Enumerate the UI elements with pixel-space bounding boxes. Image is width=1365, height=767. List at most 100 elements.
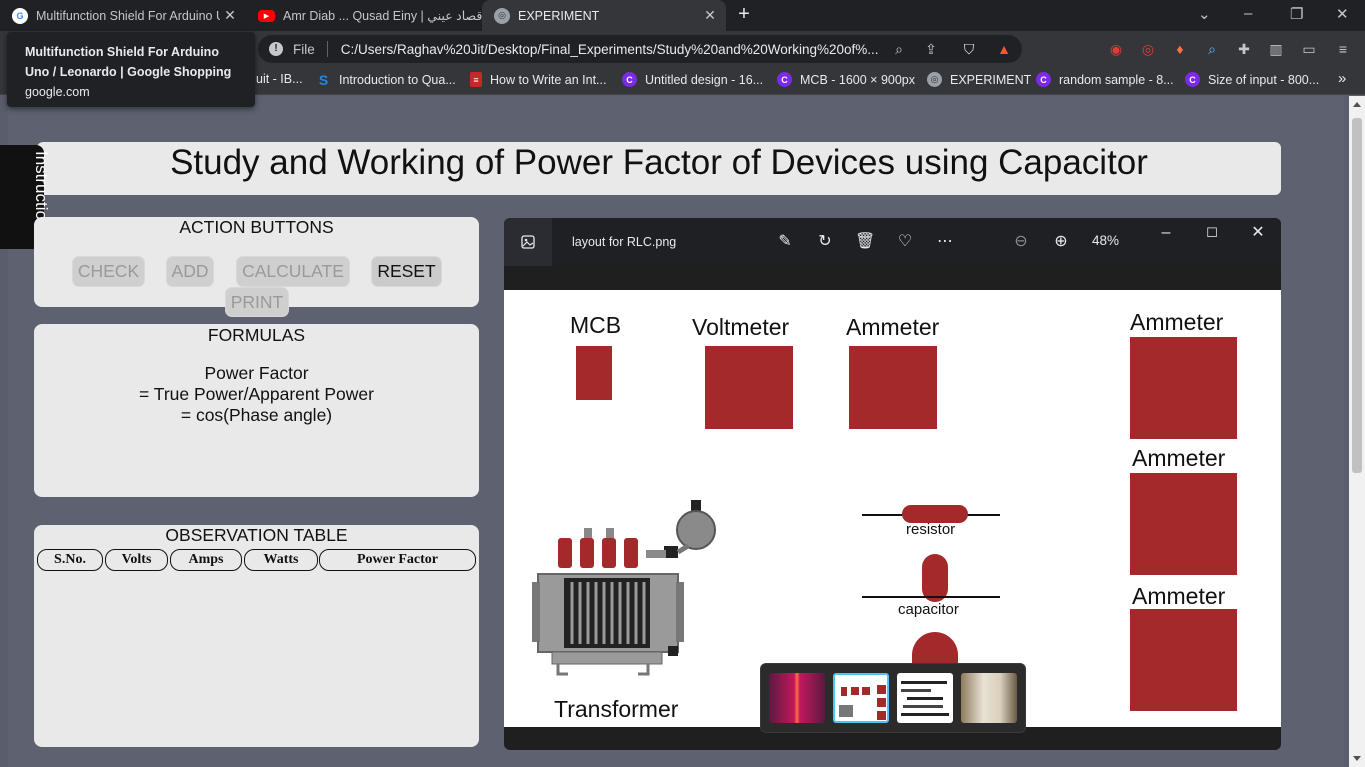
tab-hover-tooltip: Multifunction Shield For Arduino Uno / L…	[7, 32, 255, 107]
bookmark-label: Untitled design - 16...	[645, 72, 764, 87]
share-icon[interactable]: ⇪	[922, 40, 940, 58]
close-tab-icon[interactable]: ✕	[700, 7, 720, 24]
table-header-row: S.No. Volts Amps Watts Power Factor	[37, 549, 477, 571]
canva-icon: C	[777, 72, 792, 87]
tab-experiment[interactable]: ◎ EXPERIMENT ✕	[482, 0, 726, 31]
gallery-icon[interactable]	[504, 218, 552, 266]
globe-icon: ◎	[927, 72, 942, 87]
rotate-icon[interactable]: ↻	[815, 232, 835, 252]
capacitor-body	[922, 554, 948, 602]
tooltip-domain: google.com	[25, 85, 90, 99]
zoom-level[interactable]: 48%	[1092, 233, 1119, 248]
column-header-watts: Watts	[244, 549, 318, 571]
formulas-panel: FORMULAS Power Factor = True Power/Appar…	[34, 324, 479, 497]
favorite-heart-icon[interactable]: ♡	[895, 232, 915, 252]
page-scrollbar[interactable]	[1349, 96, 1365, 767]
canva-icon: C	[622, 72, 637, 87]
close-window-icon[interactable]: ✕	[1336, 5, 1349, 23]
google-icon: G	[12, 7, 28, 24]
scrollbar-thumb[interactable]	[1352, 118, 1362, 473]
add-button[interactable]: ADD	[166, 256, 214, 287]
bookmark-size-of-input[interactable]: C Size of input - 800...	[1185, 72, 1319, 87]
restore-icon[interactable]: ❐	[1290, 5, 1303, 23]
bookmark-quantum[interactable]: S Introduction to Qua...	[316, 72, 456, 88]
canva-icon: C	[1036, 72, 1051, 87]
ammeter-label: Ammeter	[1132, 583, 1226, 609]
tab-youtube[interactable]: ▶ Amr Diab ... Qusad Einy | قصاد عيني ..…	[246, 0, 482, 31]
zoom-in-icon[interactable]: ⊕	[1051, 232, 1071, 252]
youtube-icon: ▶	[258, 9, 275, 22]
formula-line: = cos(Phase angle)	[180, 405, 333, 425]
thumbnail[interactable]	[961, 673, 1017, 723]
more-bookmarks-icon[interactable]: »	[1338, 70, 1346, 87]
thumbnail[interactable]	[769, 673, 825, 723]
capacitor-label: capacitor	[898, 601, 959, 618]
scroll-up-icon[interactable]	[1353, 102, 1361, 107]
sidebar-icon[interactable]: ▥	[1267, 40, 1285, 58]
observation-table-panel: OBSERVATION TABLE S.No. Volts Amps Watts…	[34, 525, 479, 747]
calculate-button[interactable]: CALCULATE	[236, 256, 350, 287]
brave-shield-icon[interactable]: ⛉	[960, 40, 978, 58]
extension-red-eye-icon[interactable]: ◉	[1107, 40, 1125, 58]
bookmark-untitled-design[interactable]: C Untitled design - 16...	[622, 72, 763, 87]
close-viewer-icon[interactable]: ✕	[1248, 223, 1268, 243]
minimize-icon[interactable]: –	[1244, 5, 1252, 22]
bookmark-label: random sample - 8...	[1059, 72, 1174, 87]
bookmark-mcb[interactable]: C MCB - 1600 × 900px	[777, 72, 915, 87]
mcb-block	[576, 346, 612, 400]
delete-icon[interactable]: 🗑	[855, 232, 875, 252]
brave-rewards-icon[interactable]: ▲	[995, 40, 1013, 58]
extension-hidden-eye-icon[interactable]: ◎	[1139, 40, 1157, 58]
zoom-icon[interactable]: ⌕	[890, 40, 908, 58]
edit-image-icon[interactable]: ✎	[775, 232, 795, 252]
photos-viewer-window: layout for RLC.png ✎ ↻ 🗑 ♡ ⋯ ⊖ ⊕ 48% – ☐…	[504, 218, 1281, 750]
zoom-out-icon[interactable]: ⊖	[1011, 232, 1031, 252]
filmstrip	[760, 663, 1026, 733]
bookmark-label: EXPERIMENT	[950, 72, 1032, 87]
extensions-puzzle-icon[interactable]: ✚	[1235, 40, 1253, 58]
viewer-toolbar: layout for RLC.png ✎ ↻ 🗑 ♡ ⋯ ⊖ ⊕ 48% – ☐…	[504, 218, 1281, 266]
scroll-down-icon[interactable]	[1353, 756, 1361, 761]
panel-title: FORMULAS	[207, 325, 306, 345]
column-header-power-factor: Power Factor	[319, 549, 476, 571]
tab-google-shopping[interactable]: G Multifunction Shield For Arduino U ✕	[0, 0, 246, 31]
column-header-amps: Amps	[170, 549, 242, 571]
minimize-icon[interactable]: –	[1156, 223, 1176, 243]
document-icon: ≡	[470, 72, 482, 87]
new-tab-button[interactable]: +	[733, 4, 755, 26]
action-buttons-panel: ACTION BUTTONS CHECK ADD CALCULATE RESET…	[34, 217, 479, 317]
extension-flame-icon[interactable]: ♦	[1171, 40, 1189, 58]
bookmark-how-to-write[interactable]: ≡ How to Write an Int...	[470, 72, 606, 87]
globe-icon: ◎	[494, 7, 510, 24]
tooltip-title: Multifunction Shield For Arduino Uno / L…	[25, 45, 232, 79]
close-tab-icon[interactable]: ✕	[220, 7, 240, 24]
tab-title: EXPERIMENT	[518, 8, 600, 23]
reset-button[interactable]: RESET	[371, 256, 442, 287]
page-title: Study and Working of Power Factor of Dev…	[37, 142, 1281, 195]
url-text[interactable]: C:/Users/Raghav%20Jit/Desktop/Final_Expe…	[341, 42, 889, 57]
mcb-label: MCB	[570, 312, 622, 338]
info-icon[interactable]: !	[269, 42, 283, 56]
bookmark-label: Introduction to Qua...	[339, 72, 456, 87]
tab-search-icon[interactable]: ⌄	[1198, 5, 1211, 23]
wallet-icon[interactable]: ▭	[1300, 40, 1318, 58]
divider	[326, 41, 328, 57]
thumbnail[interactable]	[897, 673, 953, 723]
menu-icon[interactable]: ≡	[1334, 40, 1352, 58]
more-options-icon[interactable]: ⋯	[935, 232, 955, 252]
ammeter-block	[1130, 609, 1237, 711]
tab-title: Multifunction Shield For Arduino U	[36, 8, 220, 23]
extension-search-icon[interactable]: ⌕	[1203, 40, 1221, 58]
maximize-icon[interactable]: ☐	[1202, 223, 1222, 243]
voltmeter-block	[705, 346, 793, 429]
ammeter-label: Ammeter	[1132, 445, 1226, 471]
check-button[interactable]: CHECK	[72, 256, 145, 287]
capacitor-wire	[862, 596, 1000, 598]
print-button[interactable]: PRINT	[225, 287, 289, 317]
image-canvas: MCB Voltmeter Ammeter Ammeter Ammeter Am…	[504, 290, 1281, 727]
thumbnail-selected[interactable]	[833, 673, 889, 723]
bookmark-experiment[interactable]: ◎ EXPERIMENT	[927, 72, 1031, 87]
bookmark-label: uit - IB...	[256, 72, 303, 86]
bookmark-random-sample[interactable]: C random sample - 8...	[1036, 72, 1174, 87]
bookmark-ibm[interactable]: uit - IB...	[256, 72, 303, 86]
